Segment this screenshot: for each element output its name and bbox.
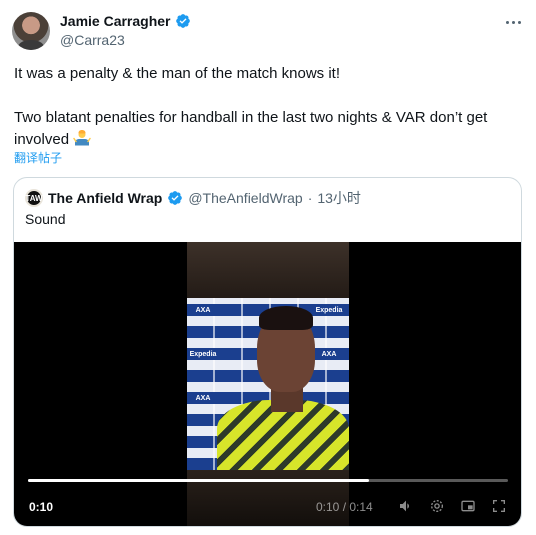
author-handle[interactable]: @Carra23 <box>60 32 125 48</box>
quoted-avatar[interactable]: TAW <box>25 189 43 207</box>
quoted-tweet[interactable]: TAW The Anfield Wrap @TheAnfieldWrap · 1… <box>13 177 522 527</box>
settings-icon[interactable] <box>428 497 446 515</box>
more-options-icon[interactable] <box>500 12 526 32</box>
author-name-row: Jamie Carragher <box>60 13 191 29</box>
verified-badge-icon <box>168 191 183 205</box>
video-player[interactable]: AXA Expedia AXA Expedia AXA 0:10 0:10 / … <box>14 242 521 526</box>
separator-dot: · <box>307 190 313 206</box>
author-avatar[interactable] <box>12 12 50 50</box>
video-elapsed-time: 0:10 <box>29 500 54 514</box>
volume-icon[interactable] <box>397 497 415 515</box>
quoted-header: TAW The Anfield Wrap @TheAnfieldWrap · 1… <box>25 188 361 208</box>
video-frame: AXA Expedia AXA Expedia AXA <box>187 242 349 526</box>
board-logo: AXA <box>191 392 215 404</box>
tweet-text: It was a penalty & the man of the match … <box>14 63 524 151</box>
quoted-text: Sound <box>25 211 66 227</box>
quoted-handle[interactable]: @TheAnfieldWrap <box>188 190 302 206</box>
translate-post-link[interactable]: 翻译帖子 <box>14 149 62 166</box>
video-progress-fill <box>28 479 369 482</box>
fullscreen-icon[interactable] <box>490 497 508 515</box>
quoted-timestamp[interactable]: 13小时 <box>317 188 361 208</box>
picture-in-picture-icon[interactable] <box>459 497 477 515</box>
quoted-name[interactable]: The Anfield Wrap <box>48 190 162 206</box>
video-progress-bar[interactable] <box>28 479 508 482</box>
board-logo: Expedia <box>316 304 342 316</box>
board-logo: Expedia <box>190 348 216 360</box>
board-logo: AXA <box>317 348 341 360</box>
video-time-display: 0:10 / 0:14 <box>316 500 373 514</box>
verified-badge-icon <box>175 14 190 28</box>
board-logo: AXA <box>191 304 215 316</box>
man-shrugging-emoji <box>73 130 91 146</box>
author-name[interactable]: Jamie Carragher <box>60 13 171 29</box>
